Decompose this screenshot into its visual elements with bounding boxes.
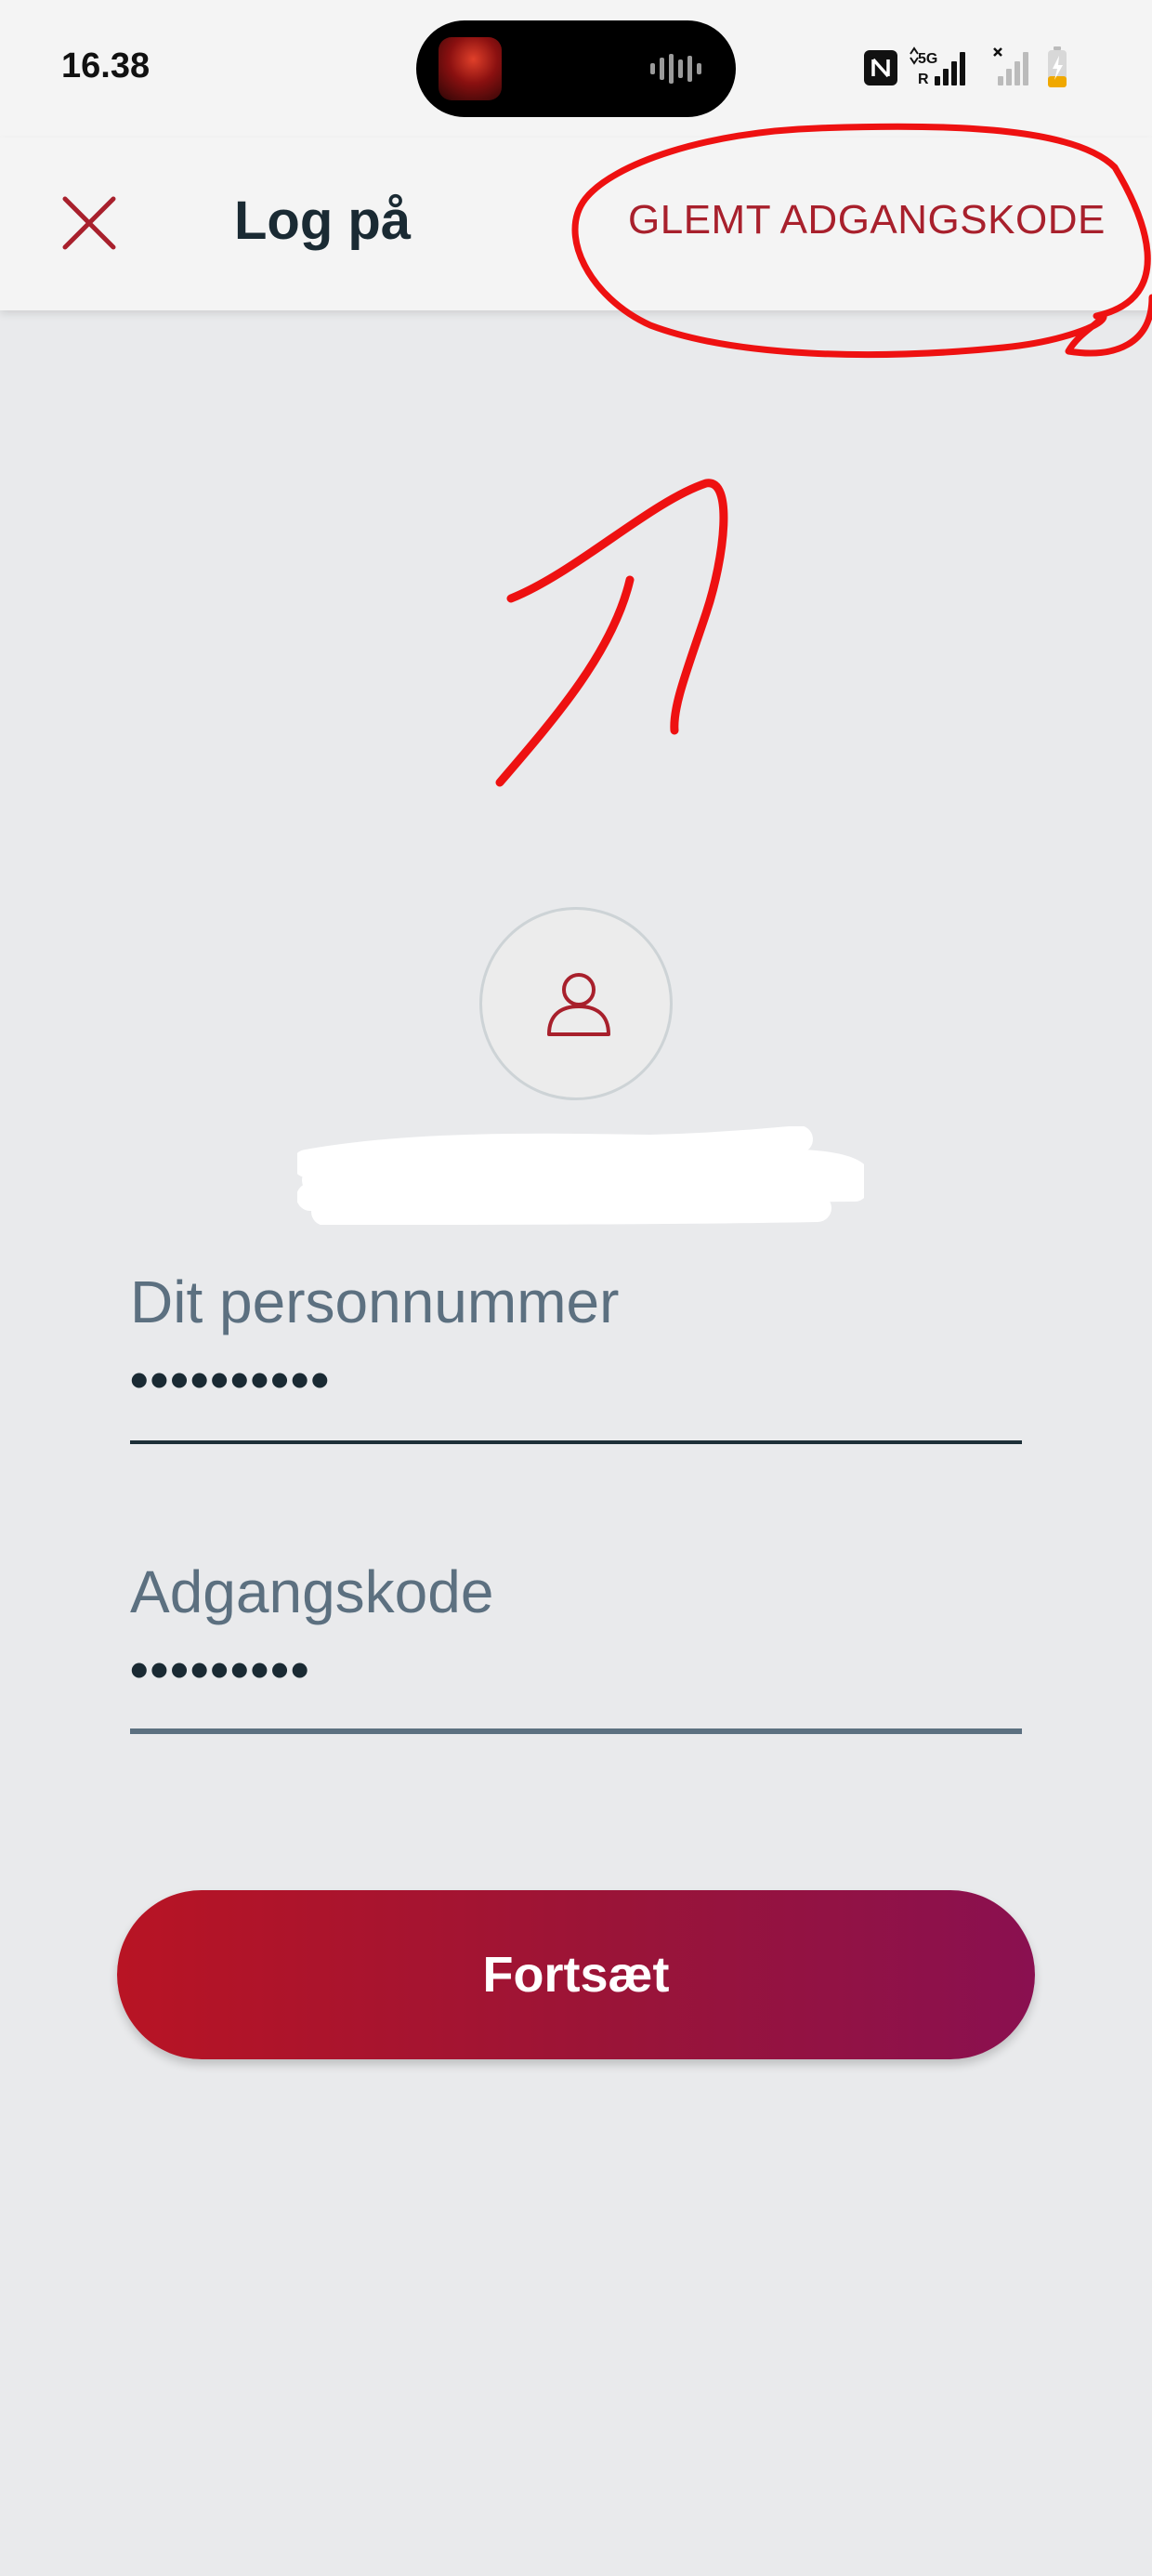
status-bar: 16.38 5G R xyxy=(0,0,1152,138)
close-icon xyxy=(62,196,116,250)
password-underline xyxy=(130,1728,1022,1734)
page-title: Log på xyxy=(234,191,412,251)
forgot-password-link[interactable]: GLEMT ADGANGSKODE xyxy=(628,197,1106,243)
user-icon xyxy=(547,973,610,1036)
cpr-label: Dit personnummer xyxy=(130,1268,620,1335)
password-label: Adgangskode xyxy=(130,1558,494,1625)
signal-strong-icon xyxy=(935,52,965,85)
annotation-arrow xyxy=(495,479,728,787)
svg-text:R: R xyxy=(918,72,929,87)
svg-text:5G: 5G xyxy=(918,51,937,67)
avatar xyxy=(479,907,673,1100)
close-button[interactable] xyxy=(56,190,123,256)
cpr-input[interactable]: •••••••••• xyxy=(130,1349,1022,1410)
nfc-icon xyxy=(864,50,897,85)
status-time: 16.38 xyxy=(61,46,151,85)
password-field[interactable]: Adgangskode ••••••••• xyxy=(130,1557,1022,1734)
password-input[interactable]: ••••••••• xyxy=(130,1639,1022,1700)
audio-wave-icon xyxy=(650,54,701,84)
dynamic-island[interactable] xyxy=(416,20,736,117)
login-screen: 16.38 5G R Log på GLEMT ADGANGSKODE Dit … xyxy=(0,0,1152,2576)
continue-button[interactable]: Fortsæt xyxy=(117,1890,1035,2059)
redacted-username xyxy=(297,1126,864,1225)
cpr-underline xyxy=(130,1440,1022,1444)
app-header: Log på GLEMT ADGANGSKODE xyxy=(0,138,1152,310)
battery-charging-icon xyxy=(1048,46,1067,87)
signal-none-icon xyxy=(993,47,1028,85)
status-icons: 5G R xyxy=(864,46,1067,87)
cpr-field[interactable]: Dit personnummer •••••••••• xyxy=(130,1268,1022,1444)
media-thumbnail xyxy=(439,37,502,100)
